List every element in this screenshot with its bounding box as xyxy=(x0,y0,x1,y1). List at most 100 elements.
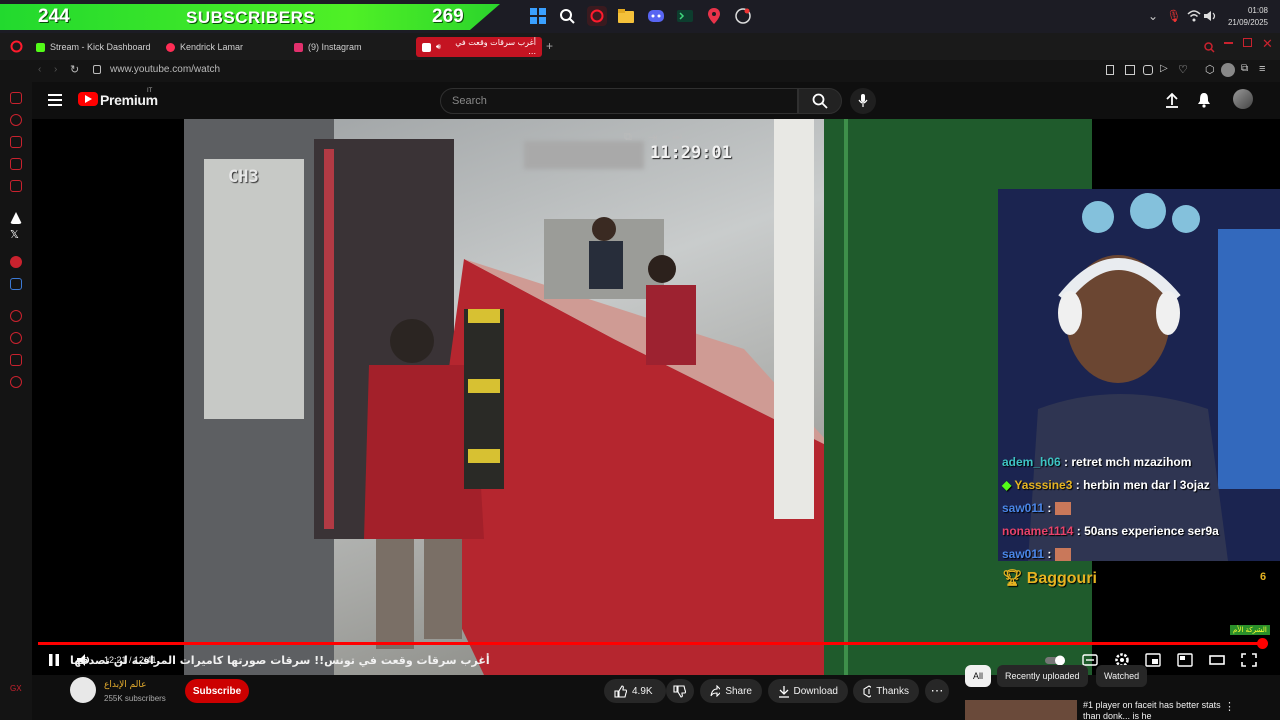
tab-kendrick-lamar[interactable]: Kendrick Lamar xyxy=(160,37,249,57)
cube-icon[interactable] xyxy=(10,354,22,366)
tab-youtube-active[interactable]: 🔊︎ أغرب سرقات وقعت في ... xyxy=(416,37,542,57)
music-icon[interactable] xyxy=(10,180,22,192)
windows-start-icon[interactable] xyxy=(528,6,548,26)
share-button[interactable]: Share xyxy=(700,679,762,703)
pip-icon[interactable]: ⧉ xyxy=(624,131,632,144)
subscribe-button[interactable]: Subscribe xyxy=(185,679,249,703)
heart-icon[interactable]: ♡ xyxy=(1178,63,1188,76)
channel-avatar[interactable] xyxy=(70,677,96,703)
youtube-logo-icon[interactable] xyxy=(78,92,98,106)
minimize-icon[interactable] xyxy=(1224,42,1233,44)
channel-name[interactable]: عالم الإبداع xyxy=(104,680,146,690)
volume-icon[interactable] xyxy=(1200,6,1220,26)
youtube-music-icon[interactable] xyxy=(10,256,22,268)
search-input[interactable]: Search xyxy=(440,88,798,114)
snapshot-icon[interactable] xyxy=(1125,65,1135,75)
puzzle-icon[interactable]: ⧉ xyxy=(1241,63,1248,74)
bag-icon[interactable] xyxy=(10,136,22,148)
recommended-menu-icon[interactable]: ⋮ xyxy=(1224,700,1235,713)
reload-icon[interactable]: ↻ xyxy=(70,63,79,76)
fullscreen-icon[interactable] xyxy=(1241,653,1257,667)
forward-icon[interactable]: › xyxy=(54,64,57,75)
address-bar-row: ‹ › ↻ www.youtube.com/watch ▷ ♡ ⬡ ⧉ ≡ xyxy=(0,60,1280,82)
speaker-icon: 🔊︎ xyxy=(435,42,441,51)
x-twitter-icon[interactable]: 𝕏 xyxy=(10,228,19,241)
profile-avatar[interactable] xyxy=(1221,63,1235,77)
notifications-bell-icon[interactable] xyxy=(1197,92,1211,113)
twitch-icon[interactable] xyxy=(10,158,22,170)
app-icon[interactable] xyxy=(10,212,22,224)
user-avatar[interactable] xyxy=(1233,89,1253,109)
hamburger-menu-icon[interactable] xyxy=(48,94,62,106)
voice-search-button[interactable] xyxy=(850,88,876,114)
upload-icon[interactable] xyxy=(1165,92,1179,113)
chip-all[interactable]: All xyxy=(965,665,992,687)
chevron-up-icon[interactable]: ⌄ xyxy=(1143,6,1163,26)
location-pin-icon[interactable] xyxy=(704,6,724,26)
close-window-icon[interactable]: ✕ xyxy=(1262,36,1273,52)
instagram-favicon-icon xyxy=(294,42,303,52)
chat-message: adem_h06 : retret mch mzazihom xyxy=(1002,455,1192,469)
recommended-thumbnail[interactable] xyxy=(965,700,1077,720)
theater-mode-icon[interactable] xyxy=(1209,653,1225,667)
badge-icon: ◆ xyxy=(1002,478,1015,492)
tab-label: أغرب سرقات وقعت في ... xyxy=(455,38,536,56)
bookmark-icon[interactable] xyxy=(1106,65,1114,75)
obs-icon[interactable] xyxy=(733,6,753,26)
url-field[interactable]: www.youtube.com/watch xyxy=(110,64,220,75)
terminal-icon[interactable] xyxy=(675,6,695,26)
country-code: IT xyxy=(147,88,153,94)
opera-menu-icon[interactable] xyxy=(10,40,23,58)
download-icon xyxy=(779,685,789,698)
extensions-icon[interactable]: ⬡ xyxy=(1205,63,1215,76)
search-icon xyxy=(812,93,828,109)
search-tabs-icon[interactable] xyxy=(1204,40,1215,58)
search-icon[interactable] xyxy=(557,6,577,26)
download-button[interactable]: Download xyxy=(768,679,848,703)
chip-watched[interactable]: Watched xyxy=(1096,665,1148,687)
taskbar: 244 SUBSCRIBERS 269 ⌄ 🎙︎ 01:08 21/09/202… xyxy=(0,0,1280,33)
microphone-icon[interactable]: 🎙︎ xyxy=(1164,6,1184,26)
tab-label: Stream - Kick Dashboard xyxy=(50,42,151,52)
maximize-icon[interactable] xyxy=(1243,38,1252,47)
history-icon[interactable] xyxy=(10,332,22,344)
recommended-title[interactable]: #1 player on faceit has better stats tha… xyxy=(1083,700,1223,720)
clock-icon[interactable] xyxy=(10,310,22,322)
sub-current-count: 244 xyxy=(38,6,70,27)
miniplayer-icon[interactable] xyxy=(1145,653,1161,667)
tab-instagram[interactable]: (9) Instagram xyxy=(288,37,368,57)
file-explorer-icon[interactable] xyxy=(616,6,636,26)
progress-bar[interactable] xyxy=(38,638,1268,649)
skip-icon[interactable]: ⏭︎ xyxy=(672,131,682,144)
sidebar-rail: 𝕏 GX xyxy=(0,60,32,720)
tab-kick-dashboard[interactable]: Stream - Kick Dashboard xyxy=(30,37,157,57)
opera-gx-icon[interactable] xyxy=(587,6,607,26)
settings-icon[interactable] xyxy=(10,376,22,388)
tab-strip: Stream - Kick Dashboard Kendrick Lamar (… xyxy=(0,33,1280,60)
youtube-brand[interactable]: Premium xyxy=(100,92,158,108)
pause-icon[interactable] xyxy=(48,653,64,667)
refresh-icon[interactable] xyxy=(10,114,22,126)
search-button[interactable] xyxy=(798,88,842,114)
dislike-button[interactable] xyxy=(666,679,694,703)
back-icon[interactable]: ‹ xyxy=(38,64,41,75)
gx-icon[interactable]: GX xyxy=(10,684,22,693)
menu-icon[interactable]: ≡ xyxy=(1259,63,1265,75)
mail-icon[interactable] xyxy=(10,92,22,104)
like-button[interactable]: 4.9K xyxy=(604,679,666,703)
video-player[interactable]: CH3 11:29:01 ⧉ ⇥ ⏭︎ adem_h06 : retret mc… xyxy=(32,119,1280,675)
discord-icon[interactable] xyxy=(646,6,666,26)
popout-icon[interactable]: ⇥ xyxy=(648,131,657,144)
new-tab-icon[interactable]: + xyxy=(546,39,553,53)
more-actions-icon[interactable]: ⋯ xyxy=(925,679,949,703)
system-clock[interactable]: 01:08 21/09/2025 xyxy=(1228,5,1268,29)
pip-mode-icon[interactable] xyxy=(1177,653,1193,667)
chip-recently-uploaded[interactable]: Recently uploaded xyxy=(997,665,1088,687)
pocket-icon[interactable] xyxy=(1143,65,1153,75)
share-icon xyxy=(710,685,721,697)
thanks-button[interactable]: Thanks xyxy=(853,679,919,703)
play-icon[interactable]: ▷ xyxy=(1160,63,1168,74)
shield-icon[interactable] xyxy=(10,278,22,290)
corner-badge: الشركة الأم xyxy=(1230,625,1270,635)
tab-label: (9) Instagram xyxy=(308,42,362,52)
